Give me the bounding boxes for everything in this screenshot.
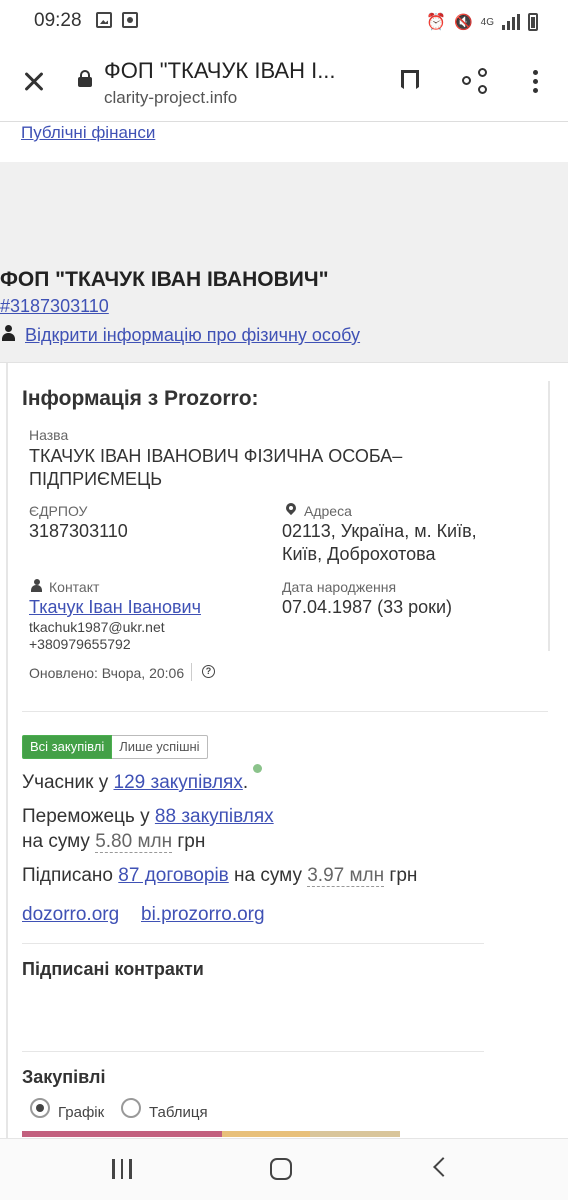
- winner-sum-currency: грн: [177, 831, 206, 852]
- back-icon[interactable]: [433, 1157, 453, 1177]
- chart-view-label[interactable]: Графік: [58, 1104, 104, 1121]
- chart-segment: [310, 1131, 400, 1137]
- birth-value: 07.04.1987 (33 роки): [282, 597, 453, 617]
- table-view-radio[interactable]: [121, 1098, 141, 1118]
- name-value-line2: ПІДПРИЄМЕЦЬ: [29, 469, 163, 489]
- entity-id-link[interactable]: #3187303110: [0, 296, 109, 317]
- signed-sum-currency: грн: [389, 865, 418, 886]
- card-border: [6, 363, 8, 1138]
- procurements-chart-strip: [22, 1131, 400, 1137]
- alarm-icon: ⏰: [426, 14, 446, 31]
- card-right-border: [548, 381, 550, 651]
- page-title[interactable]: ФОП "ТКАЧУК ІВАН І...: [104, 58, 374, 84]
- entity-title: ФОП "ТКАЧУК ІВАН ІВАНОВИЧ": [0, 268, 329, 291]
- more-menu-icon[interactable]: [533, 70, 539, 94]
- contact-phone: +380979655792: [29, 636, 131, 652]
- loading-indicator: [253, 764, 262, 773]
- status-time: 09:28: [34, 10, 82, 31]
- winner-sum-amount[interactable]: 5.80 млн: [95, 831, 173, 853]
- address-line1: 02113, Україна, м. Київ,: [282, 521, 477, 541]
- edrpou-value: 3187303110: [29, 521, 128, 541]
- contact-label: Контакт: [49, 579, 100, 595]
- tab-successful-only[interactable]: Лише успішні: [112, 735, 208, 759]
- address-line2: Київ, Доброхотова: [282, 544, 436, 564]
- dozorro-link[interactable]: dozorro.org: [22, 904, 119, 926]
- signed-line: Підписано 87 договорів на суму 3.97 млн …: [22, 865, 417, 887]
- status-bar: 09:28 ⏰ 🔇 4G: [0, 0, 568, 44]
- signed-prefix: Підписано: [22, 865, 113, 886]
- mute-icon: 🔇: [453, 14, 473, 31]
- network-type: 4G: [480, 16, 494, 28]
- page-content: Публічні фінанси ФОП "ТКАЧУК ІВАН ІВАНОВ…: [0, 122, 568, 1138]
- page-url[interactable]: clarity-project.info: [104, 88, 237, 108]
- browser-toolbar: ФОП "ТКАЧУК ІВАН І... clarity-project.in…: [0, 44, 568, 122]
- gallery-notification-icon: [96, 12, 112, 28]
- name-label: Назва: [29, 427, 69, 443]
- signal-icon: [502, 14, 520, 30]
- bookmark-icon[interactable]: [401, 70, 419, 94]
- help-icon[interactable]: ?: [202, 665, 215, 678]
- status-right-icons: ⏰ 🔇 4G: [426, 12, 538, 32]
- home-icon[interactable]: [270, 1158, 292, 1180]
- contact-email: tkachuk1987@ukr.net: [29, 619, 165, 635]
- divider: [22, 711, 548, 712]
- signed-sum-amount[interactable]: 3.97 млн: [307, 865, 385, 887]
- location-pin-icon: [286, 503, 296, 516]
- address-label: Адреса: [304, 503, 352, 519]
- chart-segment: [222, 1131, 310, 1137]
- table-view-label[interactable]: Таблиця: [149, 1104, 208, 1121]
- birth-label: Дата народження: [282, 579, 397, 595]
- winner-sum-prefix: на суму: [22, 831, 90, 852]
- prozorro-heading: Інформація з Prozorro:: [22, 387, 259, 410]
- breadcrumb-bar: Публічні фінанси: [0, 122, 568, 162]
- signed-sum-prefix: на суму: [234, 865, 302, 886]
- public-finance-link[interactable]: Публічні фінанси: [21, 123, 155, 143]
- chart-segment: [22, 1131, 222, 1137]
- contact-name-link[interactable]: Ткачук Іван Іванович: [29, 597, 201, 618]
- winner-line: Переможець у 88 закупівлях: [22, 806, 274, 828]
- participant-prefix: Учасник у: [22, 772, 109, 793]
- participant-link[interactable]: 129 закупівлях: [114, 772, 243, 793]
- procurement-filter-tabs: Всі закупівлі Лише успішні: [22, 735, 208, 759]
- close-icon[interactable]: [20, 68, 48, 96]
- signed-contracts-link[interactable]: 87 договорів: [118, 865, 228, 886]
- updated-text: Оновлено: Вчора, 20:06: [29, 665, 185, 681]
- lock-icon[interactable]: [78, 70, 92, 87]
- chart-view-radio[interactable]: [30, 1098, 50, 1118]
- winner-link[interactable]: 88 закупівлях: [155, 806, 274, 827]
- procurements-heading: Закупівлі: [22, 1067, 106, 1087]
- updated-separator: [191, 663, 192, 681]
- winner-prefix: Переможець у: [22, 806, 150, 827]
- winner-sum-line: на суму 5.80 млн грн: [22, 831, 205, 853]
- open-person-info-link[interactable]: Відкрити інформацію про фізичну особу: [25, 325, 360, 346]
- status-left-icons: [96, 12, 138, 28]
- name-value-line1: ТКАЧУК ІВАН ІВАНОВИЧ ФІЗИЧНА ОСОБА–: [29, 446, 403, 466]
- signed-contracts-heading: Підписані контракти: [22, 959, 204, 979]
- system-nav-bar: [0, 1138, 568, 1200]
- bi-prozorro-link[interactable]: bi.prozorro.org: [141, 904, 265, 926]
- participant-line: Учасник у 129 закупівлях.: [22, 772, 248, 794]
- share-icon[interactable]: [462, 68, 490, 96]
- user-icon: [2, 325, 15, 341]
- screen-record-icon: [122, 12, 138, 28]
- contact-person-icon: [31, 579, 42, 592]
- battery-icon: [528, 13, 538, 31]
- recent-apps-icon[interactable]: [112, 1159, 134, 1179]
- tab-all-procurements[interactable]: Всі закупівлі: [22, 735, 113, 759]
- participant-suffix: .: [242, 772, 249, 793]
- edrpou-label: ЄДРПОУ: [29, 503, 88, 519]
- divider: [22, 1051, 484, 1052]
- divider: [22, 943, 484, 944]
- prozorro-card: Інформація з Prozorro: Назва ТКАЧУК ІВАН…: [0, 362, 568, 1138]
